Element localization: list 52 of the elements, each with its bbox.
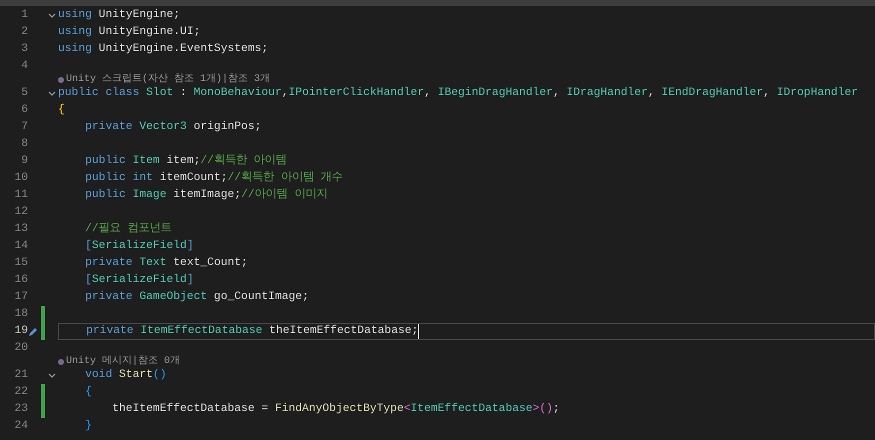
- line-number: 14: [13, 239, 28, 254]
- code-line: [SerializeField]: [84, 238, 194, 254]
- code-line: using UnityEngine.UI;: [58, 24, 200, 40]
- code-line: public class Slot : MonoBehaviour,IPointerClickHandler, IBeginDragHandler, IDragHandler, IEndDragHandler, IDropHandler: [58, 86, 858, 101]
- code-line: private ItemEffectDatabase theItemEffectDatabase;: [85, 324, 418, 339]
- chevron-down-icon[interactable]: [48, 372, 56, 378]
- line-number: 18: [13, 307, 28, 322]
- line-number: 15: [13, 256, 28, 272]
- code-line: using UnityEngine.EventSystems;: [58, 42, 268, 57]
- code-line: //필요 컴포넌트: [84, 221, 172, 237]
- chevron-down-icon[interactable]: [48, 90, 56, 96]
- code-line: private Text text_Count;: [84, 256, 248, 271]
- pencil-icon[interactable]: [28, 326, 38, 336]
- line-number: 1: [20, 8, 28, 24]
- text-cursor: [418, 324, 420, 339]
- line-number: 16: [13, 273, 28, 288]
- unity-dot-icon: [58, 77, 64, 83]
- line-number: 13: [13, 222, 28, 238]
- chevron-down-icon[interactable]: [48, 12, 56, 18]
- line-number: 21: [13, 368, 28, 384]
- line-number: 19: [13, 324, 28, 340]
- line-number: 5: [20, 86, 28, 102]
- code-line: public Image itemImage;//아이템 이미지: [84, 187, 328, 203]
- codelens-text[interactable]: Unity 메시지|참조 0개: [58, 357, 180, 367]
- line-number: 8: [20, 137, 28, 152]
- line-number: 6: [20, 103, 28, 118]
- line-number: 4: [20, 59, 28, 74]
- line-number: 3: [20, 42, 28, 58]
- line-number: 7: [20, 120, 28, 136]
- code-line: }: [84, 418, 92, 434]
- code-line: void Start(): [84, 368, 166, 383]
- line-number: 20: [13, 341, 28, 356]
- code-line: {: [58, 102, 65, 118]
- codelens-text[interactable]: Unity 스크립트(자산 참조 1개)|참조 3개: [58, 75, 270, 85]
- line-number: 11: [13, 188, 28, 204]
- line-number: 9: [20, 154, 28, 170]
- code-line: theItemEffectDatabase = FindAnyObjectByType<ItemEffectDatabase>();: [111, 402, 560, 417]
- line-number: 10: [13, 171, 28, 186]
- line-number: 24: [13, 419, 28, 434]
- unity-dot-icon: [58, 359, 64, 365]
- line-number: 17: [13, 290, 28, 306]
- code-line: public int itemCount;//획득한 아이템 개수: [84, 170, 343, 186]
- code-line: [SerializeField]: [84, 272, 194, 288]
- code-line: {: [84, 384, 92, 400]
- code-line: private GameObject go_CountImage;: [84, 290, 309, 305]
- code-line: using UnityEngine;: [58, 8, 180, 23]
- line-number: 22: [13, 385, 28, 400]
- code-line: public Item item;//획득한 아이템: [84, 153, 287, 169]
- code-line: private Vector3 originPos;: [84, 120, 262, 135]
- line-number: 2: [20, 25, 28, 40]
- line-number: 12: [13, 205, 28, 220]
- line-number: 23: [13, 402, 28, 418]
